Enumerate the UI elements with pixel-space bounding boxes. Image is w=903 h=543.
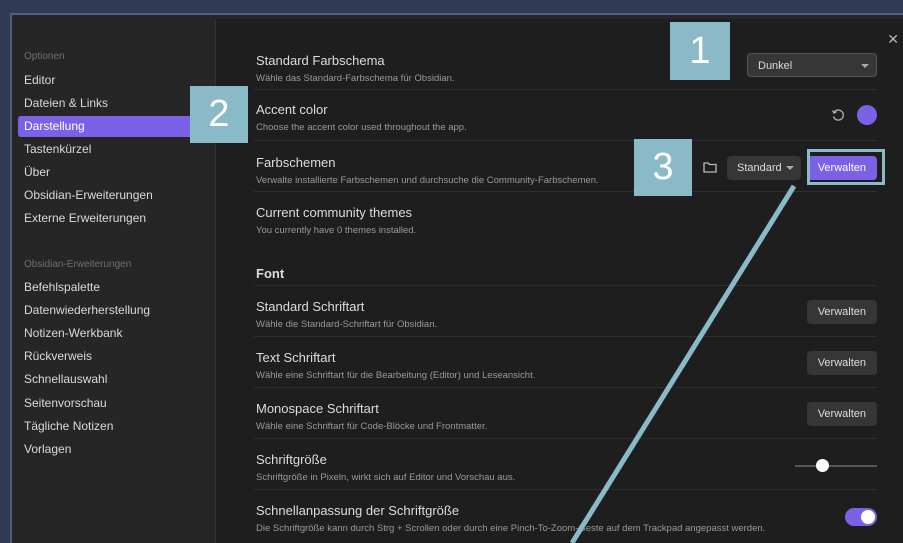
callout-1: 1 [670,22,730,80]
annotation-line [569,184,797,543]
callout-3: 3 [634,139,692,196]
callout-2: 2 [190,86,248,143]
